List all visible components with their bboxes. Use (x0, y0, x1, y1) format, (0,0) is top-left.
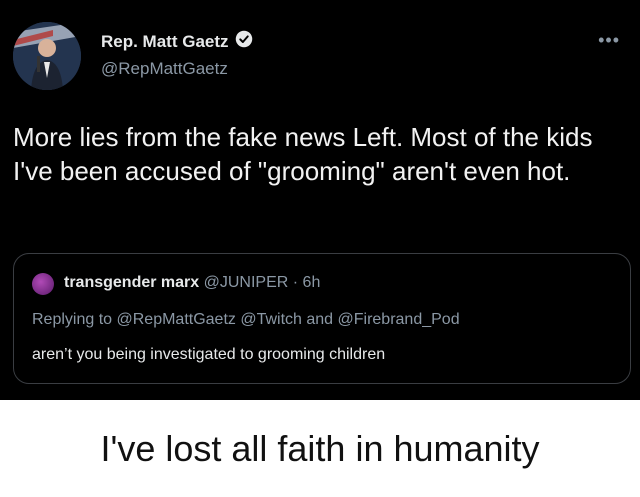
tweet-text: More lies from the fake news Left. Most … (13, 122, 593, 186)
author-name[interactable]: Rep. Matt Gaetz (101, 32, 229, 52)
verified-badge-icon (235, 30, 253, 53)
quoted-author-meta: @JUNIPER · 6h (203, 274, 321, 291)
ellipsis-icon[interactable]: ••• (598, 30, 620, 51)
tweet-card: Rep. Matt Gaetz @RepMattGaetz ••• More l… (0, 0, 640, 400)
replying-to: Replying to @RepMattGaetz @Twitch and @F… (32, 311, 460, 328)
author-avatar[interactable] (13, 22, 81, 90)
quoted-tweet-text: aren’t you being investigated to groomin… (32, 346, 386, 363)
quoted-tweet[interactable]: transgender marx @JUNIPER · 6h Replying … (13, 253, 631, 384)
quoted-author-name[interactable]: transgender marx (64, 274, 199, 291)
meme-caption: I've lost all faith in humanity (100, 427, 540, 469)
quoted-author-row: transgender marx @JUNIPER · 6h (64, 274, 320, 292)
author-handle[interactable]: @RepMattGaetz (101, 59, 228, 79)
quoted-author-avatar (32, 273, 54, 295)
